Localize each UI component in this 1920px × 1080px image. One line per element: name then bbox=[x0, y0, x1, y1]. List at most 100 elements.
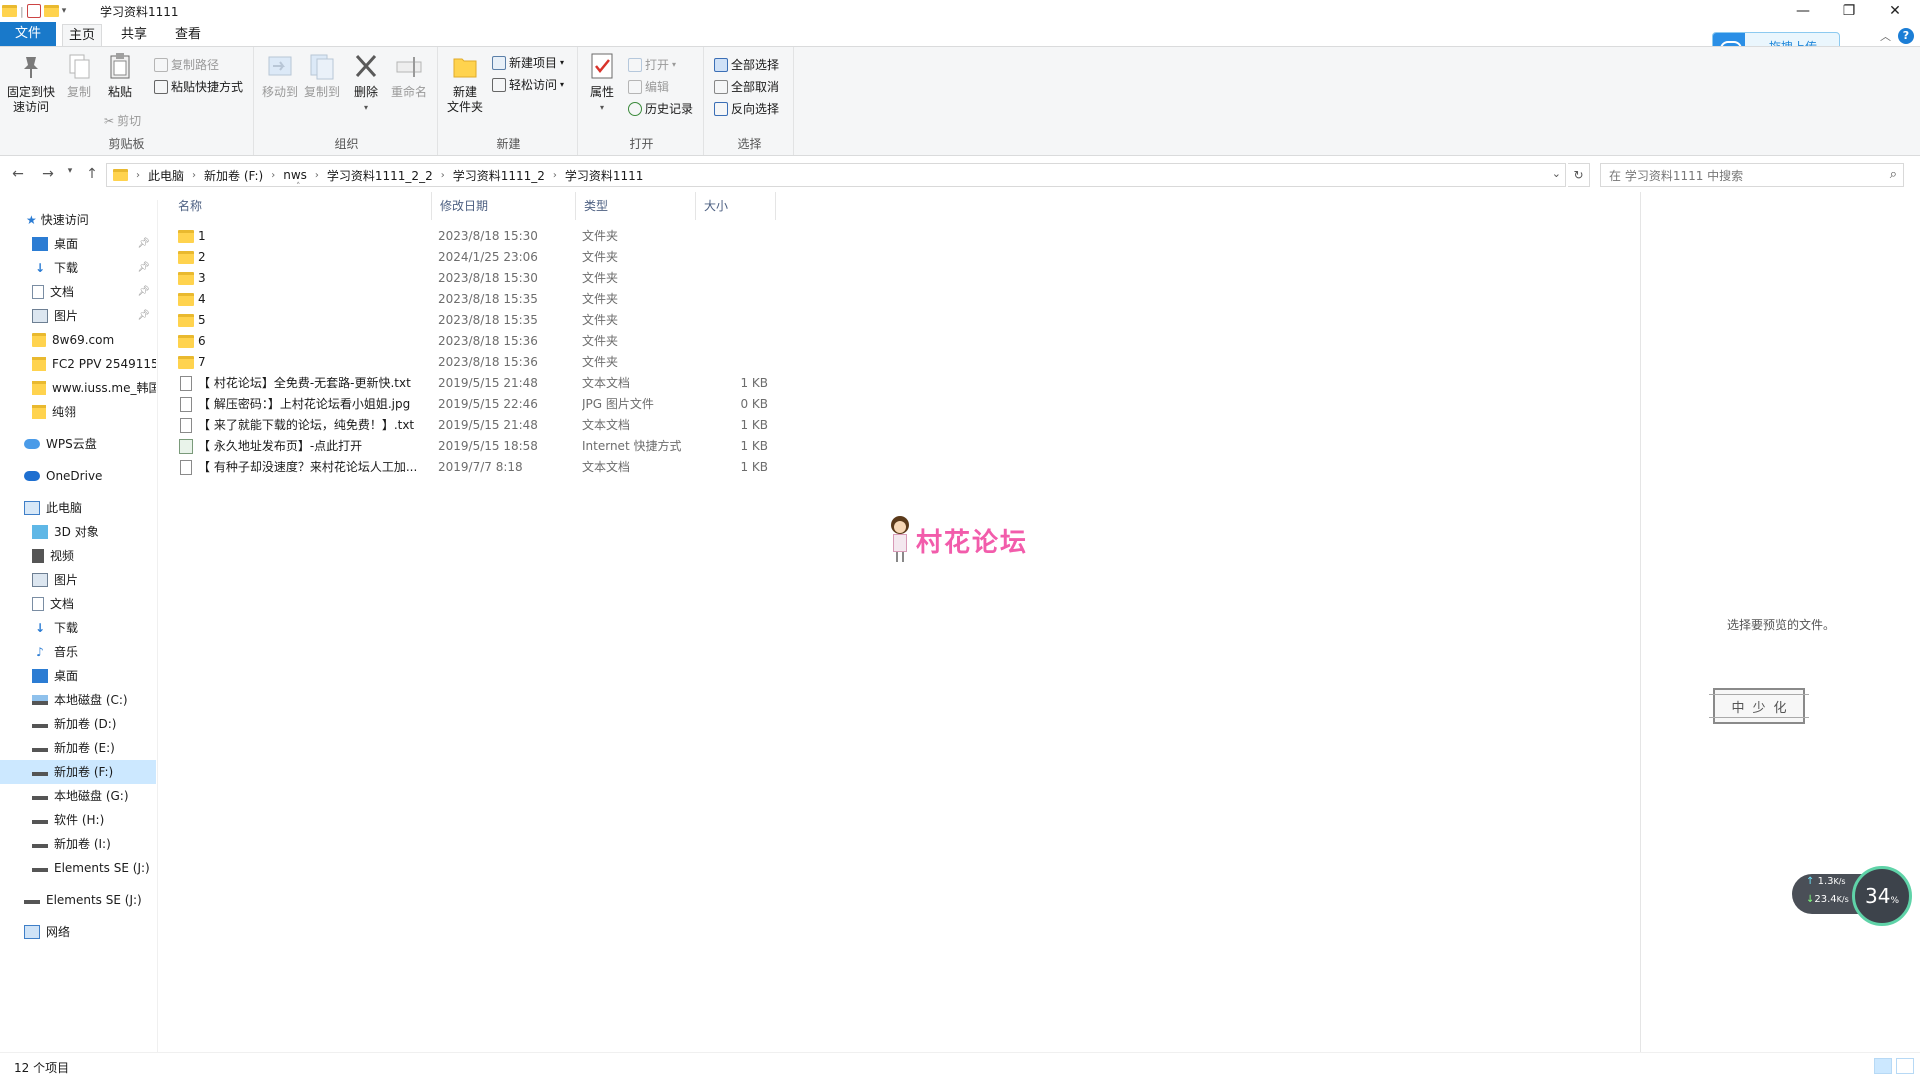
sidebar-this-pc[interactable]: 此电脑 bbox=[0, 496, 156, 520]
forward-arrow-icon[interactable]: → bbox=[38, 166, 58, 182]
sidebar-onedrive[interactable]: OneDrive bbox=[0, 464, 156, 488]
breadcrumb-drive-f[interactable]: 新加卷 (F:) bbox=[204, 167, 263, 184]
breadcrumb-this-pc[interactable]: 此电脑 bbox=[148, 167, 184, 184]
sidebar-item-documents-pc[interactable]: 文档 bbox=[0, 592, 156, 616]
delete-button[interactable]: 删除 ▾ bbox=[348, 51, 384, 115]
select-none-button[interactable]: 全部取消 bbox=[714, 77, 779, 97]
cut-button[interactable]: ✂ 剪切 bbox=[104, 111, 141, 131]
search-input[interactable]: 在 学习资料1111 中搜索 ⌕ bbox=[1600, 163, 1904, 187]
sidebar-item-drive-i[interactable]: 新加卷 (I:) bbox=[0, 832, 156, 856]
close-button[interactable]: ✕ bbox=[1872, 0, 1918, 22]
new-item-button[interactable]: 新建项目 ▾ bbox=[492, 53, 564, 73]
sidebar-item-drive-j[interactable]: Elements SE (J:) bbox=[0, 856, 156, 880]
move-to-button[interactable]: 移动到 bbox=[260, 51, 300, 100]
refresh-icon[interactable]: ↻ bbox=[1568, 163, 1590, 187]
column-header-type[interactable]: 类型 bbox=[576, 192, 696, 220]
sidebar-item-desktop[interactable]: 桌面 📌︎ bbox=[0, 232, 156, 256]
sidebar-external-drive-j[interactable]: Elements SE (J:) bbox=[0, 888, 156, 912]
properties-check-icon[interactable] bbox=[26, 4, 41, 18]
collapse-ribbon-icon[interactable]: ︿ bbox=[1880, 28, 1891, 44]
sidebar-item-iuss[interactable]: www.iuss.me_韩国 bbox=[0, 376, 156, 400]
breadcrumb-nws[interactable]: nws bbox=[283, 168, 307, 182]
customize-toolbar-icon[interactable]: ▾ bbox=[62, 6, 67, 16]
properties-button[interactable]: 属性 ▾ bbox=[584, 51, 620, 115]
file-row[interactable]: 5 2023/8/18 15:35 文件夹 bbox=[170, 310, 790, 331]
address-bar[interactable]: › 此电脑 › 新加卷 (F:) › nws › 学习资料1111_2_2 › … bbox=[106, 163, 1566, 187]
tab-home[interactable]: 主页 bbox=[62, 24, 102, 46]
address-history-chevron-icon[interactable]: ⌄ bbox=[1552, 167, 1561, 180]
sidebar-wps-cloud[interactable]: WPS云盘 bbox=[0, 432, 156, 456]
sidebar-quick-access[interactable]: ★ 快速访问 bbox=[0, 208, 156, 232]
large-icons-view-icon[interactable] bbox=[1896, 1058, 1914, 1074]
sidebar-item-pictures-pc[interactable]: 图片 bbox=[0, 568, 156, 592]
file-row[interactable]: 7 2023/8/18 15:36 文件夹 bbox=[170, 352, 790, 373]
file-row[interactable]: 【 来了就能下载的论坛，纯免费！】.txt 2019/5/15 21:48 文本… bbox=[170, 415, 790, 436]
sidebar-item-drive-h[interactable]: 软件 (H:) bbox=[0, 808, 156, 832]
invert-selection-button[interactable]: 反向选择 bbox=[714, 99, 779, 119]
sidebar-item-music[interactable]: ♪ 音乐 bbox=[0, 640, 156, 664]
breadcrumb-folder-2-2[interactable]: 学习资料1111_2_2 bbox=[327, 167, 433, 184]
sidebar-item-drive-e[interactable]: 新加卷 (E:) bbox=[0, 736, 156, 760]
new-folder-button[interactable]: 新建 文件夹 bbox=[444, 51, 486, 115]
paste-shortcut-button[interactable]: 粘贴快捷方式 bbox=[154, 77, 243, 97]
sidebar-item-pictures[interactable]: 图片 📌︎ bbox=[0, 304, 156, 328]
breadcrumb-separator[interactable]: › bbox=[315, 170, 319, 181]
open-button[interactable]: 打开 ▾ bbox=[628, 55, 676, 75]
file-row[interactable]: 【 村花论坛】全免费-无套路-更新快.txt 2019/5/15 21:48 文… bbox=[170, 373, 790, 394]
sidebar-item-drive-f[interactable]: 新加卷 (F:) bbox=[0, 760, 156, 784]
sidebar-item-downloads[interactable]: ↓ 下载 📌︎ bbox=[0, 256, 156, 280]
sidebar-item-8w69[interactable]: 8w69.com bbox=[0, 328, 156, 352]
select-all-button[interactable]: 全部选择 bbox=[714, 55, 779, 75]
breadcrumb-folder-2[interactable]: 学习资料1111_2 bbox=[453, 167, 545, 184]
tab-view[interactable]: 查看 bbox=[168, 24, 208, 46]
sidebar-item-fc2[interactable]: FC2 PPV 2549115 bbox=[0, 352, 156, 376]
copy-to-button[interactable]: 复制到 bbox=[302, 51, 342, 100]
recent-locations-chevron-icon[interactable]: ▾ bbox=[60, 166, 80, 176]
sidebar-item-documents[interactable]: 文档 📌︎ bbox=[0, 280, 156, 304]
breadcrumb-current-folder[interactable]: 学习资料1111 bbox=[565, 167, 644, 184]
edit-button[interactable]: 编辑 bbox=[628, 77, 669, 97]
breadcrumb-separator[interactable]: › bbox=[553, 170, 557, 181]
sidebar-item-drive-g[interactable]: 本地磁盘 (G:) bbox=[0, 784, 156, 808]
network-speed-widget[interactable]: ↑ 1.3K/s ↓23.4K/s 34% bbox=[1792, 866, 1914, 926]
breadcrumb-separator[interactable]: › bbox=[271, 170, 275, 181]
up-arrow-icon[interactable]: ↑ bbox=[82, 166, 102, 182]
file-row[interactable]: 2 2024/1/25 23:06 文件夹 bbox=[170, 247, 790, 268]
help-icon[interactable]: ? bbox=[1898, 28, 1914, 44]
tab-share[interactable]: 共享 bbox=[114, 24, 154, 46]
sidebar-item-desktop-pc[interactable]: 桌面 bbox=[0, 664, 156, 688]
file-row[interactable]: 1 2023/8/18 15:30 文件夹 bbox=[170, 226, 790, 247]
file-row[interactable]: 【 解压密码：】上村花论坛看小姐姐.jpg 2019/5/15 22:46 JP… bbox=[170, 394, 790, 415]
file-row[interactable]: 6 2023/8/18 15:36 文件夹 bbox=[170, 331, 790, 352]
paste-button[interactable]: 粘贴 bbox=[102, 51, 138, 100]
maximize-button[interactable]: ❐ bbox=[1826, 0, 1872, 22]
history-button[interactable]: 历史记录 bbox=[628, 99, 693, 119]
properties-dropdown-icon[interactable]: ▾ bbox=[584, 100, 620, 115]
sidebar-item-3d-objects[interactable]: 3D 对象 bbox=[0, 520, 156, 544]
column-header-date[interactable]: 修改日期 bbox=[432, 192, 576, 220]
column-header-name[interactable]: 名称 bbox=[170, 192, 432, 220]
tab-file[interactable]: 文件 bbox=[0, 22, 56, 46]
breadcrumb-separator[interactable]: › bbox=[441, 170, 445, 181]
pin-quick-access-button[interactable]: 固定到快 速访问 bbox=[4, 51, 58, 115]
file-row[interactable]: 【 有种子却没速度？来村花论坛人工加... 2019/7/7 8:18 文本文档… bbox=[170, 457, 790, 478]
sidebar-item-drive-c[interactable]: 本地磁盘 (C:) bbox=[0, 688, 156, 712]
delete-dropdown-icon[interactable]: ▾ bbox=[348, 100, 384, 115]
file-row[interactable]: 3 2023/8/18 15:30 文件夹 bbox=[170, 268, 790, 289]
new-folder-icon[interactable] bbox=[43, 5, 59, 17]
sidebar-item-videos[interactable]: 视频 bbox=[0, 544, 156, 568]
file-row[interactable]: 4 2023/8/18 15:35 文件夹 bbox=[170, 289, 790, 310]
sidebar-item-chunling[interactable]: 纯翎 bbox=[0, 400, 156, 424]
easy-access-button[interactable]: 轻松访问 ▾ bbox=[492, 75, 564, 95]
copy-button[interactable]: 复制 bbox=[62, 51, 96, 100]
rename-button[interactable]: 重命名 bbox=[388, 51, 430, 100]
sidebar-network[interactable]: 网络 bbox=[0, 920, 156, 944]
minimize-button[interactable]: — bbox=[1780, 0, 1826, 22]
sidebar-item-drive-d[interactable]: 新加卷 (D:) bbox=[0, 712, 156, 736]
column-header-size[interactable]: 大小 bbox=[696, 192, 776, 220]
file-row[interactable]: 【 永久地址发布页】-点此打开 2019/5/15 18:58 Internet… bbox=[170, 436, 790, 457]
back-arrow-icon[interactable]: ← bbox=[8, 166, 28, 182]
sidebar-item-downloads-pc[interactable]: ↓ 下载 bbox=[0, 616, 156, 640]
details-view-icon[interactable] bbox=[1874, 1058, 1892, 1074]
breadcrumb-separator[interactable]: › bbox=[192, 170, 196, 181]
